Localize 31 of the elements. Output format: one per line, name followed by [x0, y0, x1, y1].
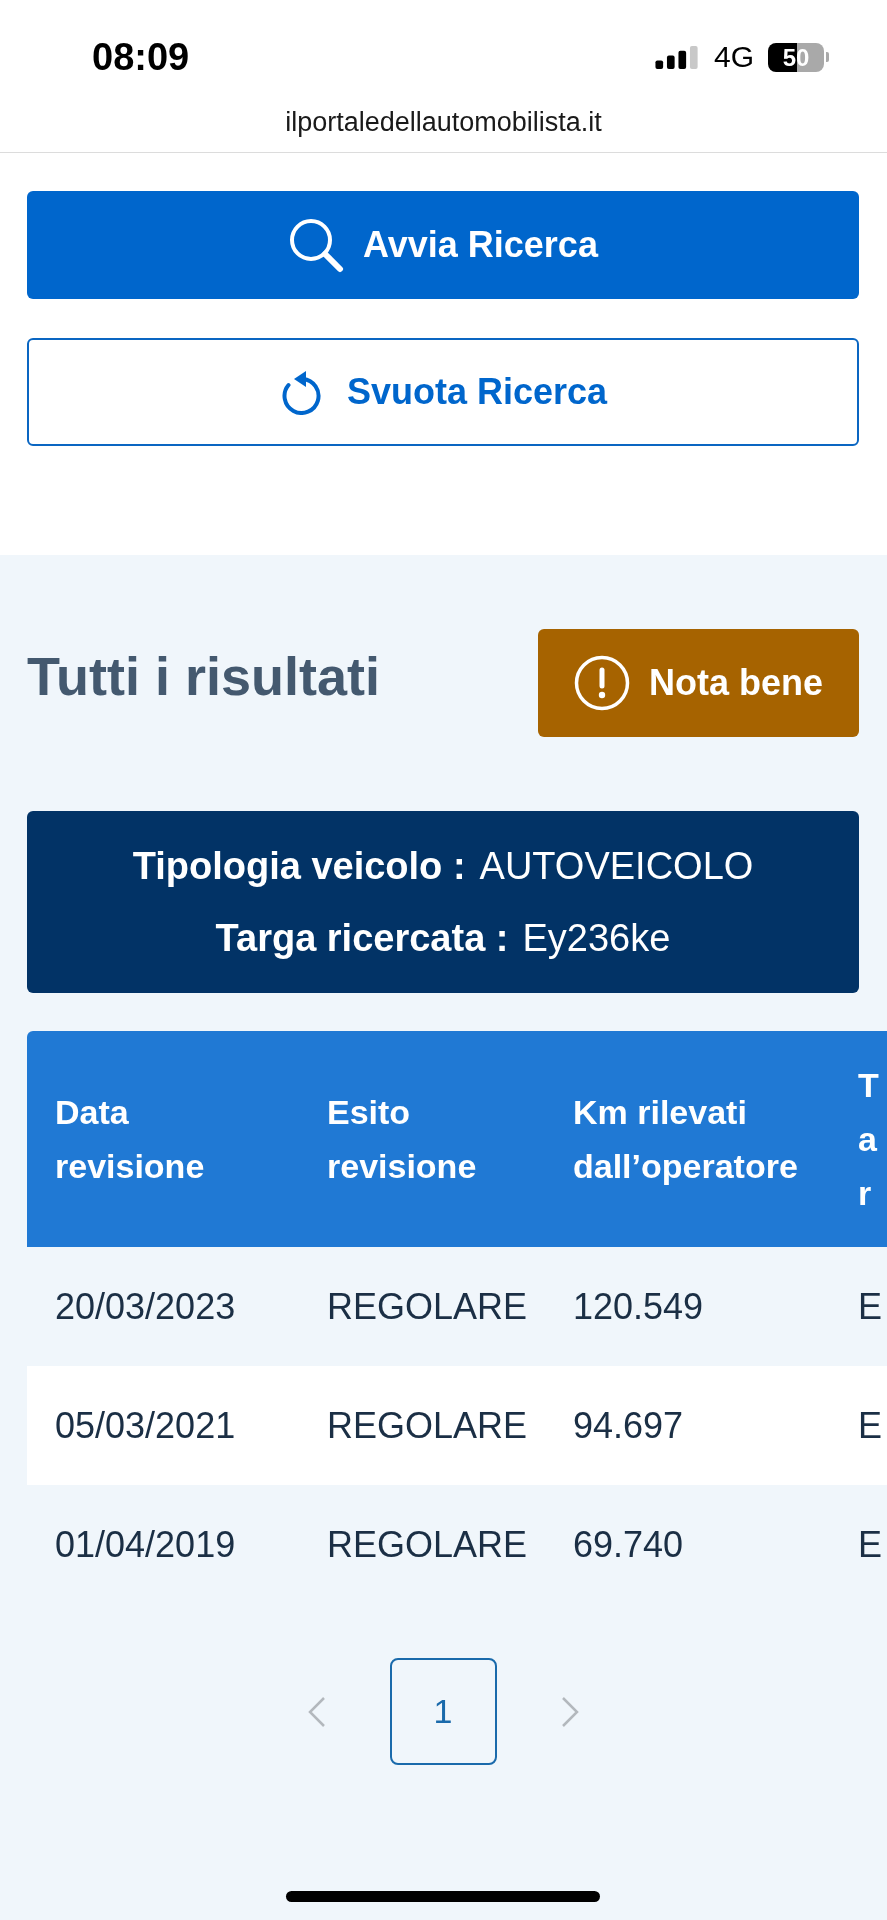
- results-heading: Tutti i risultati: [27, 645, 380, 708]
- column-header: T a r: [844, 1031, 887, 1247]
- vehicle-field-label: Tipologia veicolo :: [132, 845, 466, 887]
- exclamation-circle-icon: [574, 655, 630, 711]
- network-type: 4G: [713, 40, 754, 74]
- search-button[interactable]: Avvia Ricerca: [27, 191, 859, 299]
- signal-icon: [654, 45, 700, 69]
- table-cell: E: [844, 1485, 887, 1604]
- table-cell: E: [844, 1247, 887, 1366]
- table-cell: 94.697: [546, 1366, 844, 1485]
- page-button[interactable]: 1: [389, 1658, 497, 1765]
- column-header: Km rilevati dall’operatore: [546, 1031, 844, 1247]
- table-cell: E: [844, 1366, 887, 1485]
- status-time: 08:09: [92, 36, 190, 78]
- table-cell: 01/04/2019: [27, 1485, 300, 1604]
- url-text[interactable]: ilportaledellautomobilista.it: [0, 102, 887, 142]
- table-cell: 120.549: [546, 1247, 844, 1366]
- table-cell: 05/03/2021: [27, 1366, 300, 1485]
- vehicle-field-value: Ey236ke: [522, 917, 671, 959]
- column-header: Esito revisione: [300, 1031, 546, 1247]
- table-cell: REGOLARE: [300, 1366, 546, 1485]
- table-cell: 20/03/2023: [27, 1247, 300, 1366]
- table-cell: 69.740: [546, 1485, 844, 1604]
- vehicle-field-value: AUTOVEICOLO: [479, 845, 754, 887]
- table-cell: REGOLARE: [300, 1485, 546, 1604]
- clear-search-button[interactable]: Svuota Ricerca: [27, 338, 859, 446]
- vehicle-field-label: Targa ricercata :: [215, 917, 509, 959]
- table-cell: REGOLARE: [300, 1247, 546, 1366]
- column-header: Data revisione: [27, 1031, 300, 1247]
- search-icon: [288, 217, 345, 273]
- note-button[interactable]: Nota bene: [538, 629, 859, 737]
